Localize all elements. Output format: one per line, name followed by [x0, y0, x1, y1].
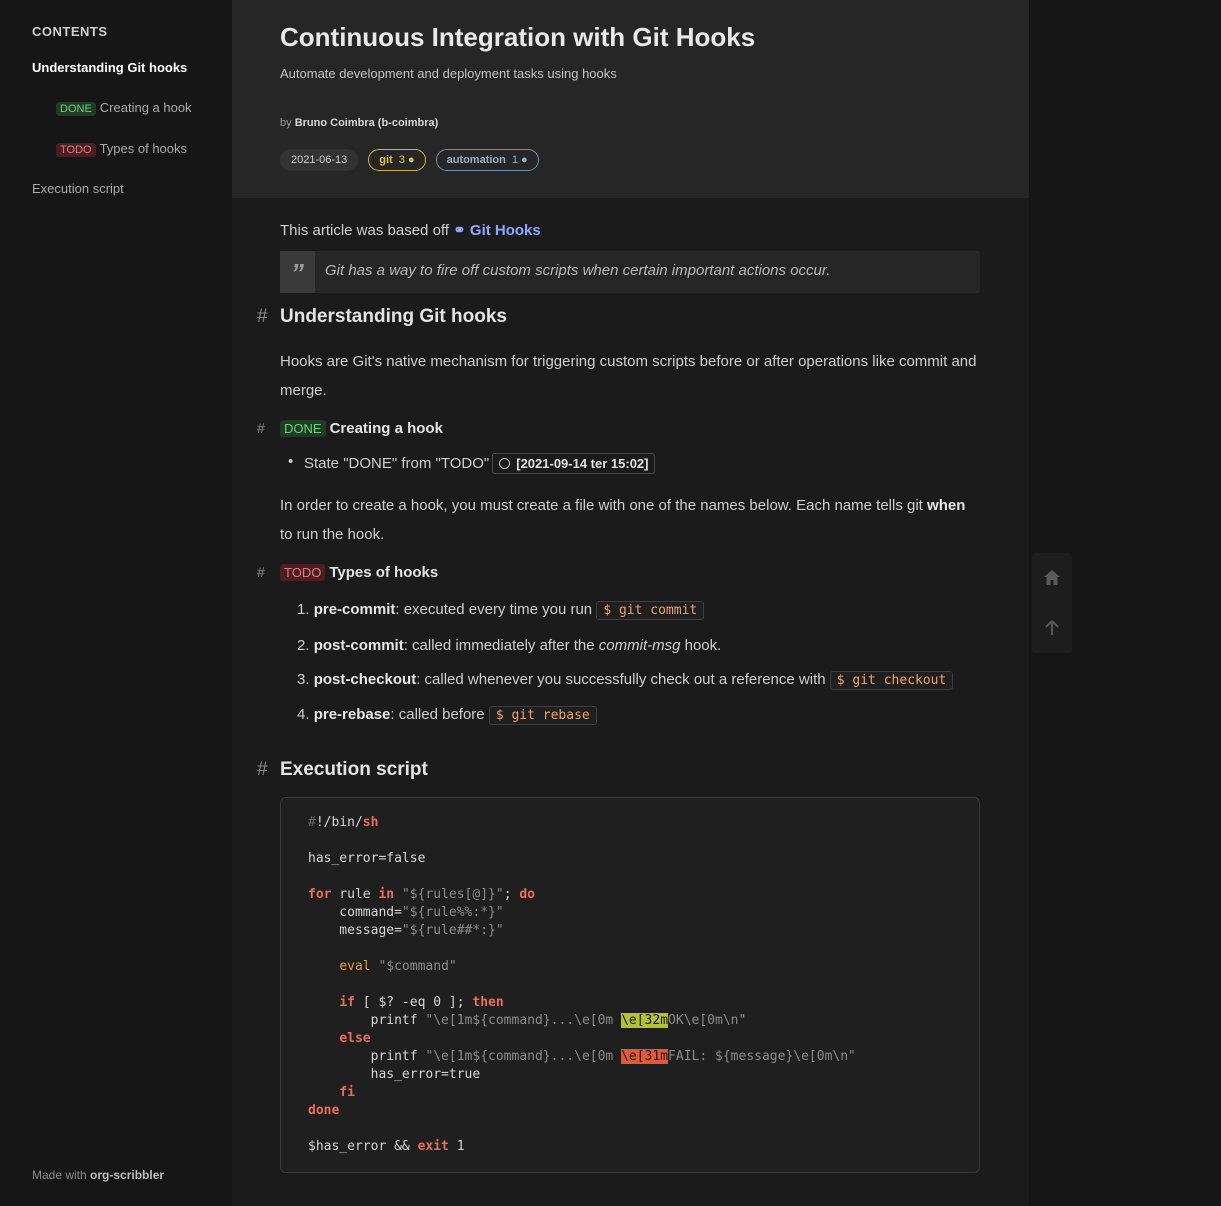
state-list-item: State "DONE" from "TODO" [2021-09-14 ter …	[288, 453, 656, 474]
toc-item-label: Execution script	[32, 181, 124, 196]
blockquote: ” Git has a way to fire off custom scrip…	[280, 251, 980, 293]
tag-name: automation	[446, 154, 506, 166]
hook-name: pre-rebase	[313, 706, 391, 723]
code-block[interactable]: #!/bin/sh has_error=false for rule in "$…	[280, 797, 980, 1173]
hook-emphasis: commit-msg	[598, 637, 681, 654]
toc-item-label: Types of hooks	[99, 141, 188, 156]
list-item-post-checkout: 3. post-checkout: called whenever you su…	[297, 671, 954, 690]
tag-chip-git[interactable]: git 3 ●	[368, 149, 426, 171]
intro-paragraph: This article was based off ⚭ Git Hooks	[280, 216, 980, 245]
para-text: In order to create a hook, you must crea…	[280, 497, 923, 514]
toc-item-types-of-hooks[interactable]: TODO Types of hooks	[56, 141, 187, 157]
done-tag: DONE	[280, 420, 326, 437]
para-text: to run the hook.	[280, 526, 385, 543]
link-label: Git Hooks	[469, 222, 541, 239]
shell-script-code: #!/bin/sh has_error=false for rule in "$…	[308, 815, 856, 1154]
paragraph-hooks: Hooks are Git's native mechanism for tri…	[280, 353, 977, 399]
list-item-pre-commit: 1. pre-commit: executed every time you r…	[297, 601, 705, 620]
timestamp-badge: [2021-09-14 ter 15:02]	[492, 453, 656, 474]
toc-item-understanding-git-hooks[interactable]: Understanding Git hooks	[32, 60, 187, 75]
made-with-label: Made with	[32, 1168, 87, 1182]
hook-name: post-commit	[313, 637, 404, 654]
list-number: 4.	[297, 706, 310, 723]
heading-text: Types of hooks	[329, 564, 439, 581]
tag-name: git	[379, 154, 393, 166]
hook-desc: : called whenever you successfully check…	[416, 671, 826, 688]
floating-nav	[1032, 553, 1072, 653]
hook-desc: : called before	[390, 706, 485, 723]
todo-tag: TODO	[280, 564, 326, 581]
anchor-hash-icon[interactable]: #	[257, 759, 268, 781]
made-with-link[interactable]: org-scribbler	[90, 1168, 164, 1182]
list-number: 1.	[297, 601, 310, 618]
done-tag: DONE	[56, 102, 96, 116]
heading-text: Creating a hook	[329, 420, 443, 437]
list-item-post-commit: 2. post-commit: called immediately after…	[297, 637, 721, 654]
toc-item-label: Creating a hook	[99, 100, 192, 115]
page-subtitle: Automate development and deployment task…	[280, 66, 617, 81]
anchor-hash-icon[interactable]: #	[257, 564, 265, 580]
home-button[interactable]	[1032, 553, 1072, 603]
link-icon: ⚭	[453, 222, 466, 239]
heading-text: Execution script	[280, 759, 428, 780]
paragraph-create-hook: In order to create a hook, you must crea…	[280, 491, 980, 549]
toc-title: CONTENTS	[32, 24, 108, 39]
heading-understanding-git-hooks: # Understanding Git hooks	[257, 306, 507, 328]
toc-item-creating-a-hook[interactable]: DONE Creating a hook	[56, 100, 192, 116]
todo-tag: TODO	[56, 143, 96, 157]
heading-execution-script: # Execution script	[257, 759, 428, 781]
sidebar-toc: CONTENTS Understanding Git hooks DONE Cre…	[0, 0, 232, 1206]
made-with-footer: Made with org-scribbler	[32, 1168, 164, 1182]
clock-icon	[499, 458, 511, 469]
toc-item-execution-script[interactable]: Execution script	[32, 181, 124, 196]
tag-chip-automation[interactable]: automation 1 ●	[435, 149, 539, 171]
heading-types-of-hooks: # TODO Types of hooks	[257, 564, 439, 581]
anchor-hash-icon[interactable]: #	[257, 420, 265, 436]
dot-icon: ●	[521, 154, 528, 166]
main-content: Continuous Integration with Git Hooks Au…	[232, 0, 1029, 1206]
hook-desc: : called immediately after the	[403, 637, 595, 654]
inline-code: $ git checkout	[829, 671, 954, 690]
hook-desc: : executed every time you run	[395, 601, 593, 618]
hook-name: pre-commit	[313, 601, 396, 618]
toc-item-label: Understanding Git hooks	[32, 60, 188, 75]
list-item-pre-rebase: 4. pre-rebase: called before $ git rebas…	[297, 706, 597, 725]
date-chip: 2021-06-13	[280, 149, 359, 171]
arrow-up-icon	[1045, 620, 1059, 635]
intro-text: This article was based off	[280, 222, 449, 239]
author-name: Bruno Coimbra (b-coimbra)	[294, 117, 439, 129]
inline-code: $ git commit	[596, 601, 705, 620]
scroll-top-button[interactable]	[1032, 603, 1072, 653]
hook-name: post-checkout	[313, 671, 417, 688]
para-bold: when	[927, 497, 966, 514]
quote-icon: ”	[280, 251, 315, 293]
tag-count: 1	[511, 154, 518, 166]
git-hooks-link[interactable]: ⚭ Git Hooks	[453, 222, 541, 239]
page-title: Continuous Integration with Git Hooks	[280, 22, 756, 52]
tag-count: 3	[398, 154, 405, 166]
list-number: 2.	[297, 637, 310, 654]
home-icon	[1044, 570, 1060, 585]
byline-prefix: by	[280, 117, 292, 129]
meta-chips: 2021-06-13 git 3 ● automation 1 ●	[280, 149, 539, 171]
heading-creating-a-hook: # DONE Creating a hook	[257, 420, 443, 437]
list-number: 3.	[297, 671, 310, 688]
timestamp-text: [2021-09-14 ter 15:02]	[516, 456, 649, 471]
quote-text: Git has a way to fire off custom scripts…	[325, 262, 831, 279]
heading-text: Understanding Git hooks	[280, 306, 507, 327]
article-header: Continuous Integration with Git Hooks Au…	[232, 0, 1029, 198]
dot-icon: ●	[407, 154, 415, 166]
hook-desc-after: hook.	[684, 637, 722, 654]
inline-code: $ git rebase	[488, 706, 597, 725]
anchor-hash-icon[interactable]: #	[257, 306, 268, 328]
byline: by Bruno Coimbra (b-coimbra)	[280, 117, 438, 129]
state-text: State "DONE" from "TODO"	[304, 455, 490, 472]
